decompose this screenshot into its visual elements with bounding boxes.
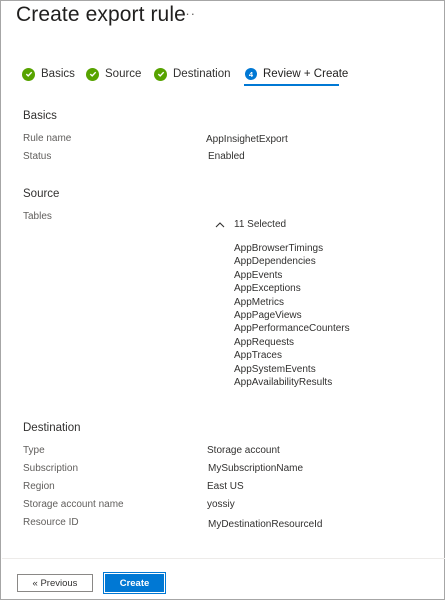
table-list-item: AppBrowserTimings [234, 243, 324, 254]
active-tab-underline [244, 84, 339, 86]
more-options-icon[interactable]: ··· [180, 6, 196, 21]
checkmark-icon [86, 67, 99, 81]
table-list-item: AppDependencies [234, 256, 316, 268]
checkmark-icon [154, 67, 167, 81]
region-value: East US [207, 481, 244, 492]
export-rule-panel: Create export rule ··· Basics Source Des… [0, 0, 445, 600]
region-label: Region [23, 481, 55, 492]
type-value: Storage account [207, 445, 280, 456]
tab-basics-label: Basics [41, 68, 75, 80]
table-list-item: AppPageViews [234, 309, 302, 321]
resource-id-value: MyDestinationResourceId [208, 519, 323, 530]
footer-divider [2, 558, 445, 559]
tables-list: AppBrowserTimings AppDependencies AppEvent… [234, 242, 350, 389]
table-list-item: AppAvailabilityResults [234, 376, 333, 388]
page-title: Create export rule [16, 3, 186, 26]
subscription-label: Subscription [23, 463, 79, 474]
table-list-item: AppTraces [234, 350, 282, 362]
type-label: Type [23, 445, 45, 456]
tab-review-create[interactable]: 4 Review + Create [245, 63, 348, 85]
subscription-value: MySubscriptionName [208, 463, 304, 474]
chevron-up-icon [215, 215, 225, 233]
tables-selected-count: 11 Selected [234, 218, 287, 230]
wizard-steps: Basics Source Destination 4 Review + Cre… [1, 63, 445, 87]
table-list-item: AppMetrics [234, 296, 285, 308]
table-list-item: AppPerformanceCounters [234, 323, 350, 335]
source-heading: Source [23, 188, 60, 200]
tab-destination[interactable]: Destination [154, 63, 231, 85]
status-value: Enabled [208, 151, 245, 162]
table-list-item: AppEvents [234, 269, 283, 281]
storage-account-name-value: yossiy [207, 499, 235, 510]
rule-name-label: Rule name [23, 133, 72, 144]
rule-name-value: AppInsighetExport [206, 134, 288, 145]
tab-source-label: Source [105, 68, 142, 80]
table-list-item: AppRequests [234, 336, 295, 348]
tab-basics[interactable]: Basics [22, 63, 75, 85]
storage-account-name-label: Storage account name [23, 499, 124, 510]
status-label: Status [23, 151, 52, 162]
resource-id-label: Resource ID [23, 517, 79, 528]
step-number-badge: 4 [245, 68, 257, 80]
tables-collapse-toggle[interactable]: 11 Selected [215, 215, 286, 233]
destination-heading: Destination [23, 422, 81, 434]
basics-heading: Basics [23, 110, 57, 122]
create-button[interactable]: Create [103, 572, 166, 594]
tab-destination-label: Destination [173, 68, 231, 80]
checkmark-icon [22, 67, 35, 81]
tab-source[interactable]: Source [86, 63, 141, 85]
tables-label: Tables [23, 211, 52, 222]
previous-button[interactable]: « Previous [17, 574, 93, 592]
table-list-item: AppExceptions [234, 283, 301, 295]
tab-review-create-label: Review + Create [263, 68, 349, 80]
table-list-item: AppSystemEvents [234, 363, 316, 375]
